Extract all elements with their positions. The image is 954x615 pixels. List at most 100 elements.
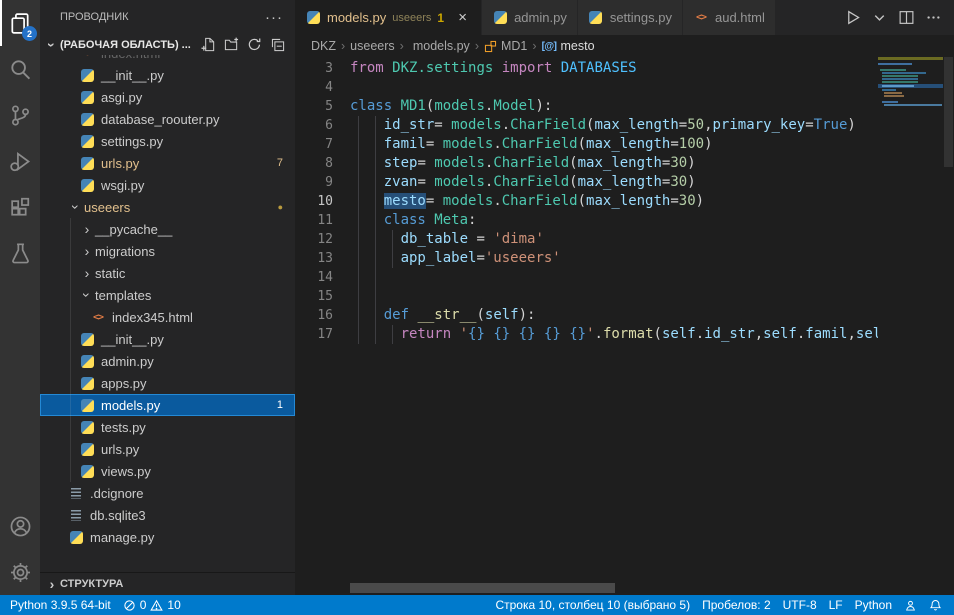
tree-item-useeers[interactable]: ›useeers● (40, 196, 295, 218)
new-file-button[interactable] (201, 37, 216, 52)
code-editor[interactable]: 3from DKZ.settings import DATABASES45cla… (295, 57, 954, 595)
play-icon (844, 9, 861, 26)
breadcrumb-item-models.py[interactable]: models.py (409, 39, 470, 53)
breadcrumb-item-md1[interactable]: MD1 (484, 39, 527, 53)
tree-item-manage-py[interactable]: manage.py (40, 526, 295, 548)
file-icon (71, 488, 81, 499)
tree-item-settings-py[interactable]: settings.py (40, 130, 295, 152)
horizontal-scrollbar[interactable] (350, 583, 615, 593)
activity-account[interactable] (0, 503, 40, 549)
minimap[interactable] (878, 57, 943, 595)
vertical-scrollbar[interactable] (943, 57, 954, 595)
tree-item-urls-py[interactable]: urls.py7 (40, 152, 295, 174)
tree-item-asgi-py[interactable]: asgi.py (40, 86, 295, 108)
status-indentation[interactable]: Пробелов: 2 (696, 595, 777, 615)
code-line-8[interactable]: 8 step= models.CharField(max_length=30) (295, 154, 878, 173)
code-line-6[interactable]: 6 id_str= models.CharField(max_length=50… (295, 116, 878, 135)
status-eol[interactable]: LF (823, 595, 849, 615)
tree-item-index-html[interactable]: <>index.html (40, 55, 295, 64)
code-text: step= models.CharField(max_length=30) (333, 154, 696, 173)
collapse-all-button[interactable] (270, 37, 285, 52)
code-line-7[interactable]: 7 famil= models.CharField(max_length=100… (295, 135, 878, 154)
tree-item-db-sqlite3[interactable]: db.sqlite3 (40, 504, 295, 526)
status-problems[interactable]: 010 (117, 595, 187, 615)
activity-testing[interactable] (0, 230, 40, 276)
activity-source-control[interactable] (0, 92, 40, 138)
activity-search[interactable] (0, 46, 40, 92)
tree-item-migrations[interactable]: ›migrations (40, 240, 295, 262)
tab-admin-py[interactable]: admin.py (482, 0, 578, 35)
tab-settings-py[interactable]: settings.py (578, 0, 683, 35)
breadcrumb-item-mesto[interactable]: [@]mesto (542, 39, 595, 53)
minimap-mark (882, 89, 896, 91)
tree-item-static[interactable]: ›static (40, 262, 295, 284)
breadcrumb-item-dkz[interactable]: DKZ (311, 39, 336, 53)
code-line-17[interactable]: 17 return '{} {} {} {} {}'.format(self.i… (295, 325, 878, 344)
tree-item-label: __pycache__ (95, 222, 172, 237)
status-python-interpreter[interactable]: Python 3.9.5 64-bit (4, 595, 117, 615)
run-button[interactable] (842, 7, 863, 28)
code-line-5[interactable]: 5class MD1(models.Model): (295, 97, 878, 116)
symbol-class-icon (484, 40, 497, 53)
code-line-4[interactable]: 4 (295, 78, 878, 97)
bell-icon (929, 599, 942, 612)
tree-item-tests-py[interactable]: tests.py (40, 416, 295, 438)
views-and-more-actions-button[interactable]: ··· (265, 9, 283, 26)
status-feedback[interactable] (898, 595, 923, 615)
tree-item-database-roouter-py[interactable]: database_roouter.py (40, 108, 295, 130)
breadcrumb-item-useeers[interactable]: useeers (350, 39, 394, 53)
tree-item--init-py[interactable]: __init__.py (40, 328, 295, 350)
activity-extensions[interactable] (0, 184, 40, 230)
breadcrumb-separator: › (400, 39, 404, 53)
tree-item-templates[interactable]: ›templates (40, 284, 295, 306)
close-icon[interactable]: × (454, 9, 471, 26)
python-icon (81, 69, 94, 82)
code-line-16[interactable]: 16 def __str__(self): (295, 306, 878, 325)
code-line-10[interactable]: 10 mesto= models.CharField(max_length=30… (295, 192, 878, 211)
tree-item-label: apps.py (101, 376, 147, 391)
code-line-3[interactable]: 3from DKZ.settings import DATABASES (295, 59, 878, 78)
status-label: Python (855, 598, 892, 612)
activity-run-debug[interactable] (0, 138, 40, 184)
tree-item--pycache-[interactable]: ›__pycache__ (40, 218, 295, 240)
tree-item-apps-py[interactable]: apps.py (40, 372, 295, 394)
tree-item-index345-html[interactable]: <>index345.html (40, 306, 295, 328)
activity-settings[interactable] (0, 549, 40, 595)
code-line-15[interactable]: 15 (295, 287, 878, 306)
code-line-9[interactable]: 9 zvan= models.CharField(max_length=30) (295, 173, 878, 192)
tab-aud-html[interactable]: <>aud.html (683, 0, 776, 35)
indent-guide (375, 135, 376, 154)
tree-item-views-py[interactable]: views.py (40, 460, 295, 482)
code-line-12[interactable]: 12 db_table = 'dima' (295, 230, 878, 249)
tree-item-urls-py[interactable]: urls.py (40, 438, 295, 460)
python-icon (81, 135, 94, 148)
tree-item-models-py[interactable]: models.py1 (40, 394, 295, 416)
tree-item--dcignore[interactable]: .dcignore (40, 482, 295, 504)
status-cursor-position[interactable]: Строка 10, столбец 10 (выбрано 5) (489, 595, 696, 615)
line-number: 7 (295, 135, 333, 154)
minimap-mark (884, 95, 904, 97)
code-line-11[interactable]: 11 class Meta: (295, 211, 878, 230)
line-number: 15 (295, 287, 333, 306)
indent-guide (358, 325, 359, 344)
beaker-icon (9, 242, 32, 265)
refresh-button[interactable] (247, 37, 262, 52)
workspace-section-header[interactable]: › (РАБОЧАЯ ОБЛАСТЬ) ... (40, 34, 295, 55)
new-folder-button[interactable] (224, 37, 239, 52)
more-actions-button[interactable] (923, 7, 944, 28)
status-language-mode[interactable]: Python (849, 595, 898, 615)
modified-dot-badge: ● (278, 202, 283, 212)
run-dropdown-button[interactable] (869, 7, 890, 28)
code-line-13[interactable]: 13 app_label='useeers' (295, 249, 878, 268)
status-encoding[interactable]: UTF-8 (777, 595, 823, 615)
tab-models-py[interactable]: models.pyuseeers1× (295, 0, 482, 35)
tree-item--init-py[interactable]: __init__.py (40, 64, 295, 86)
indent-guide (375, 268, 376, 287)
status-notifications[interactable] (923, 595, 948, 615)
outline-section-header[interactable]: › СТРУКТУРА (40, 573, 295, 595)
tree-item-wsgi-py[interactable]: wsgi.py (40, 174, 295, 196)
activity-explorer[interactable]: 2 (0, 0, 40, 46)
split-editor-button[interactable] (896, 7, 917, 28)
tree-item-admin-py[interactable]: admin.py (40, 350, 295, 372)
code-line-14[interactable]: 14 (295, 268, 878, 287)
